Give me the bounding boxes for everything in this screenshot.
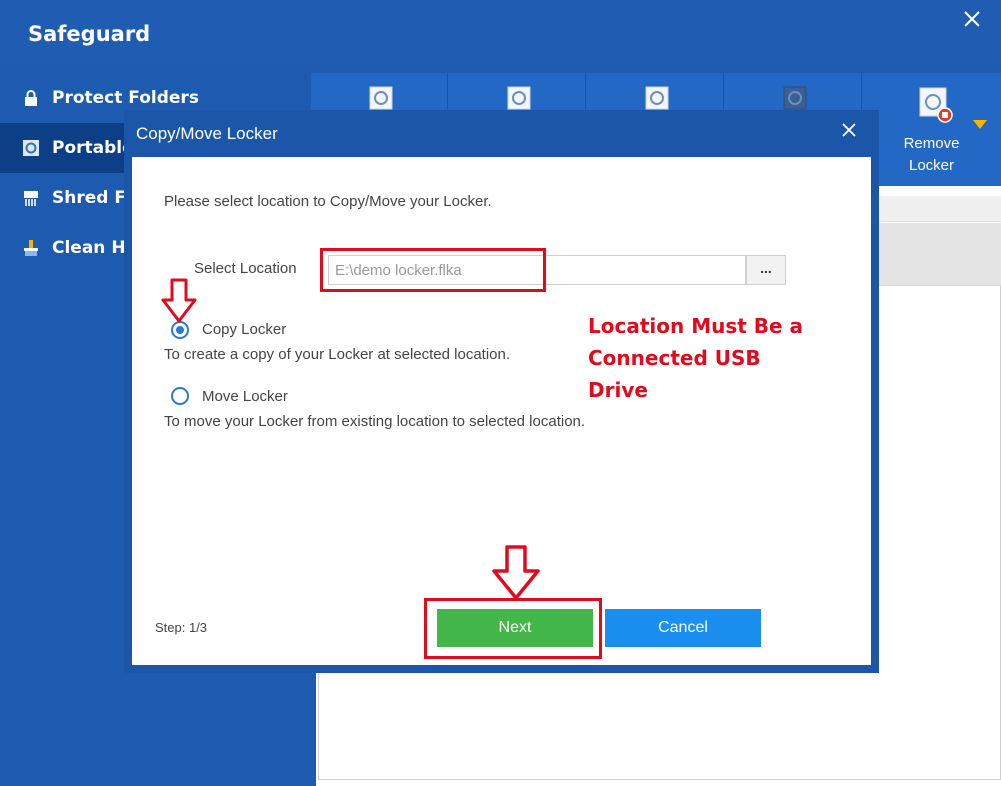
sidebar-item-label: Portable <box>52 138 134 158</box>
select-location-label: Select Location <box>194 260 297 277</box>
locker-icon <box>507 86 531 110</box>
usb-note-line: Location Must Be a <box>588 314 804 338</box>
locker-icon <box>645 86 669 110</box>
usb-note-annotation: Location Must Be a Connected USB Drive <box>588 310 848 406</box>
remove-locker-label-line2: Locker <box>908 157 955 174</box>
app-title: Safeguard <box>28 22 151 46</box>
portable-locker-icon <box>23 140 39 156</box>
location-highlight-box <box>320 248 546 292</box>
copy-locker-label[interactable]: Copy Locker <box>202 321 286 338</box>
next-highlight-box <box>424 598 602 659</box>
sidebar-item-label: Protect Folders <box>52 88 199 108</box>
close-icon[interactable] <box>839 120 859 140</box>
move-locker-label[interactable]: Move Locker <box>202 388 288 405</box>
dialog-title: Copy/Move Locker <box>136 124 278 143</box>
dropdown-caret-icon[interactable] <box>973 120 987 129</box>
title-bar: Safeguard <box>0 0 1001 64</box>
move-locker-description: To move your Locker from existing locati… <box>164 413 586 430</box>
lock-icon <box>25 90 37 106</box>
close-icon[interactable] <box>961 8 983 30</box>
shredder-icon <box>24 191 38 206</box>
move-locker-radio[interactable] <box>171 387 189 405</box>
remove-locker-icon <box>919 87 953 123</box>
cancel-button[interactable]: Cancel <box>605 609 761 647</box>
browse-button[interactable]: ... <box>746 255 786 285</box>
usb-note-line: Drive <box>588 378 648 402</box>
down-arrow-icon <box>161 278 197 323</box>
copy-locker-description: To create a copy of your Locker at selec… <box>164 346 511 363</box>
locker-icon <box>783 86 807 110</box>
broom-icon <box>24 240 38 256</box>
dialog-instructions: Please select location to Copy/Move your… <box>164 193 492 210</box>
locker-icon <box>369 86 393 110</box>
step-indicator: Step: 1/3 <box>155 620 208 635</box>
down-arrow-icon <box>492 545 540 600</box>
remove-locker-label-line1: Remove <box>903 135 960 152</box>
usb-note-line: Connected USB <box>588 346 761 370</box>
remove-locker-button[interactable]: Remove Locker <box>863 73 1001 186</box>
